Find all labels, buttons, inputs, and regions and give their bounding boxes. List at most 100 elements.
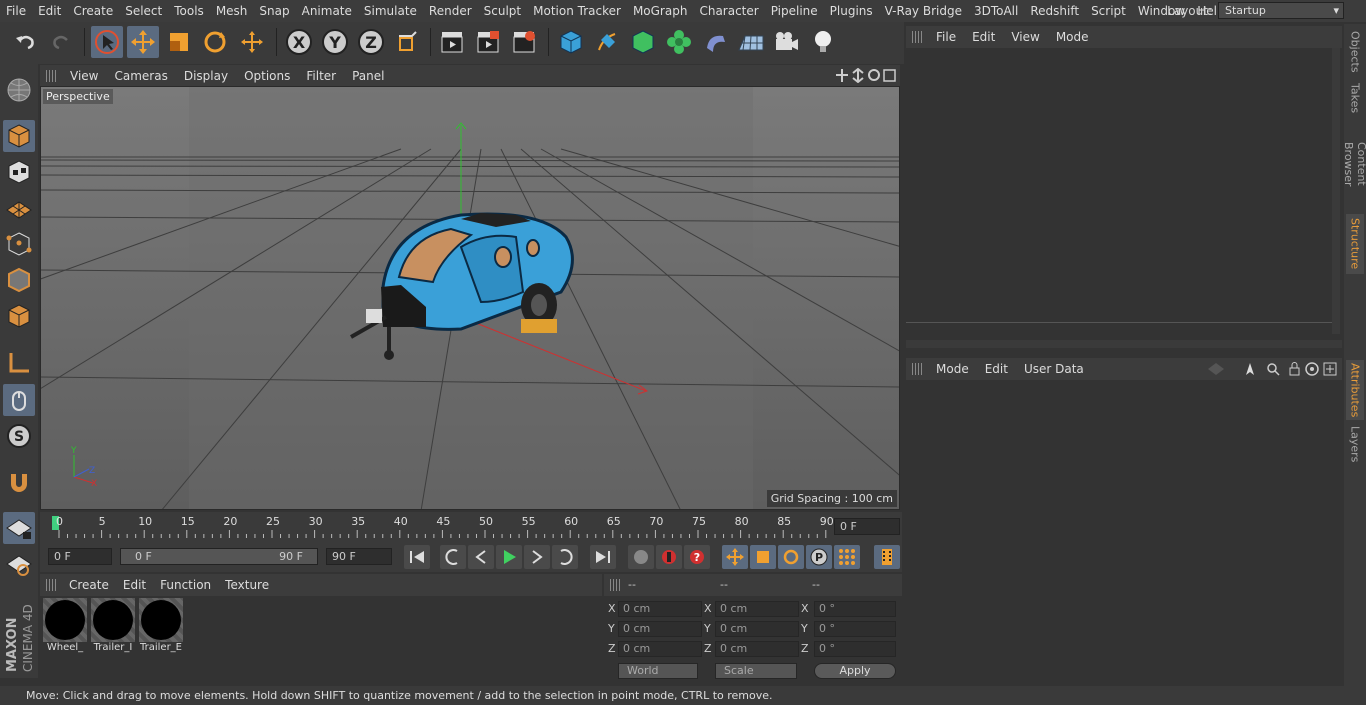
- menu-edit[interactable]: Edit: [32, 4, 67, 18]
- points-mode-button[interactable]: [3, 228, 35, 260]
- snapping-button[interactable]: S: [3, 420, 35, 452]
- material-swatch[interactable]: Wheel_: [42, 598, 88, 658]
- tab-layers[interactable]: Layers: [1346, 424, 1364, 464]
- tab-takes[interactable]: Takes: [1346, 80, 1364, 116]
- end-frame-field[interactable]: 90 F: [326, 548, 392, 565]
- cube-primitive-button[interactable]: [555, 26, 587, 58]
- workplane-mode-button[interactable]: [3, 192, 35, 224]
- menu-select[interactable]: Select: [119, 4, 168, 18]
- key-scale-button[interactable]: [750, 545, 776, 569]
- menu-plugins[interactable]: Plugins: [824, 4, 879, 18]
- go-to-start-button[interactable]: [404, 545, 430, 569]
- menu-motion-tracker[interactable]: Motion Tracker: [527, 4, 627, 18]
- render-picture-viewer-button[interactable]: [472, 26, 504, 58]
- size-z-field[interactable]: 0 cm: [715, 641, 799, 657]
- panel-grip[interactable]: [610, 579, 620, 591]
- tab-objects[interactable]: Objects: [1346, 28, 1364, 76]
- size-y-field[interactable]: 0 cm: [715, 621, 799, 637]
- polygons-mode-button[interactable]: [3, 300, 35, 332]
- menu-3dtoall[interactable]: 3DToAll: [968, 4, 1024, 18]
- material-menu-texture[interactable]: Texture: [218, 578, 276, 592]
- go-to-end-button[interactable]: [590, 545, 616, 569]
- rot-h-field[interactable]: 0 °: [814, 601, 896, 617]
- 3d-viewport[interactable]: Y X Z Perspective Grid Spacing : 100 cm: [40, 86, 900, 510]
- light-button[interactable]: [807, 26, 839, 58]
- move-tool-button[interactable]: [127, 26, 159, 58]
- z-axis-lock-button[interactable]: Z: [355, 26, 387, 58]
- pos-y-field[interactable]: 0 cm: [618, 621, 702, 637]
- viewport-menu-cameras[interactable]: Cameras: [106, 69, 175, 83]
- edges-mode-button[interactable]: [3, 264, 35, 296]
- deformer-button[interactable]: [699, 26, 731, 58]
- viewport-navigation-icons[interactable]: [836, 68, 896, 83]
- size-x-field[interactable]: 0 cm: [715, 601, 799, 617]
- panel-grip[interactable]: [912, 31, 922, 43]
- timeline-window-button[interactable]: [874, 545, 900, 569]
- texture-mode-button[interactable]: [3, 156, 35, 188]
- object-menu-mode[interactable]: Mode: [1048, 30, 1097, 44]
- menu-redshift[interactable]: Redshift: [1024, 4, 1085, 18]
- object-menu-edit[interactable]: Edit: [964, 30, 1003, 44]
- menu-vray-bridge[interactable]: V-Ray Bridge: [879, 4, 968, 18]
- live-selection-button[interactable]: [91, 26, 123, 58]
- tab-structure[interactable]: Structure: [1346, 214, 1364, 274]
- tab-attributes[interactable]: Attributes: [1346, 360, 1364, 420]
- menu-character[interactable]: Character: [693, 4, 764, 18]
- viewport-menu-filter[interactable]: Filter: [298, 69, 344, 83]
- render-view-button[interactable]: [436, 26, 468, 58]
- menu-create[interactable]: Create: [67, 4, 119, 18]
- next-key-button[interactable]: [552, 545, 578, 569]
- viewport-menu-display[interactable]: Display: [176, 69, 236, 83]
- locked-workplane-button[interactable]: [3, 512, 35, 544]
- menu-animate[interactable]: Animate: [296, 4, 358, 18]
- menu-file[interactable]: File: [0, 4, 32, 18]
- tab-content-browser[interactable]: Content Browser: [1342, 120, 1366, 208]
- previous-key-button[interactable]: [440, 545, 466, 569]
- material-swatch[interactable]: Trailer_I: [90, 598, 136, 658]
- autokey-button[interactable]: [656, 545, 682, 569]
- enable-axis-button[interactable]: [3, 347, 35, 379]
- cloner-button[interactable]: [663, 26, 695, 58]
- pen-spline-button[interactable]: [591, 26, 623, 58]
- pos-x-field[interactable]: 0 cm: [618, 601, 702, 617]
- tweak-mode-button[interactable]: [3, 384, 35, 416]
- play-button[interactable]: [496, 545, 522, 569]
- attribute-menu-user-data[interactable]: User Data: [1016, 362, 1092, 376]
- menu-sculpt[interactable]: Sculpt: [478, 4, 527, 18]
- next-frame-button[interactable]: [524, 545, 550, 569]
- render-settings-button[interactable]: [508, 26, 540, 58]
- apply-button[interactable]: Apply: [814, 663, 896, 679]
- viewport-menu-panel[interactable]: Panel: [344, 69, 392, 83]
- menu-mograph[interactable]: MoGraph: [627, 4, 694, 18]
- object-manager-panel[interactable]: [906, 48, 1342, 352]
- pos-z-field[interactable]: 0 cm: [618, 641, 702, 657]
- subdivision-surface-button[interactable]: [627, 26, 659, 58]
- object-menu-view[interactable]: View: [1003, 30, 1047, 44]
- key-parameter-button[interactable]: P: [806, 545, 832, 569]
- x-axis-lock-button[interactable]: X: [283, 26, 315, 58]
- material-menu-function[interactable]: Function: [153, 578, 218, 592]
- object-menu-file[interactable]: File: [928, 30, 964, 44]
- y-axis-lock-button[interactable]: Y: [319, 26, 351, 58]
- material-menu-edit[interactable]: Edit: [116, 578, 153, 592]
- scale-tool-button[interactable]: [163, 26, 195, 58]
- previous-frame-button[interactable]: [468, 545, 494, 569]
- floor-scene-button[interactable]: [735, 26, 767, 58]
- horizontal-scrollbar[interactable]: [906, 340, 1342, 348]
- menu-snap[interactable]: Snap: [253, 4, 295, 18]
- transform-tool-button[interactable]: [236, 26, 268, 58]
- attribute-menu-edit[interactable]: Edit: [977, 362, 1016, 376]
- size-mode-dropdown[interactable]: Scale: [715, 663, 797, 679]
- model-mode-button[interactable]: [3, 120, 35, 152]
- redo-button[interactable]: [45, 26, 77, 58]
- make-editable-button[interactable]: [3, 74, 35, 106]
- rot-p-field[interactable]: 0 °: [814, 621, 896, 637]
- key-pla-button[interactable]: [834, 545, 860, 569]
- menu-script[interactable]: Script: [1085, 4, 1132, 18]
- coordinate-mode-dropdown[interactable]: World: [618, 663, 698, 679]
- vertical-scrollbar[interactable]: [1332, 48, 1340, 334]
- menu-render[interactable]: Render: [423, 4, 478, 18]
- rot-b-field[interactable]: 0 °: [814, 641, 896, 657]
- rotate-tool-button[interactable]: [199, 26, 231, 58]
- viewport-menu-view[interactable]: View: [62, 69, 106, 83]
